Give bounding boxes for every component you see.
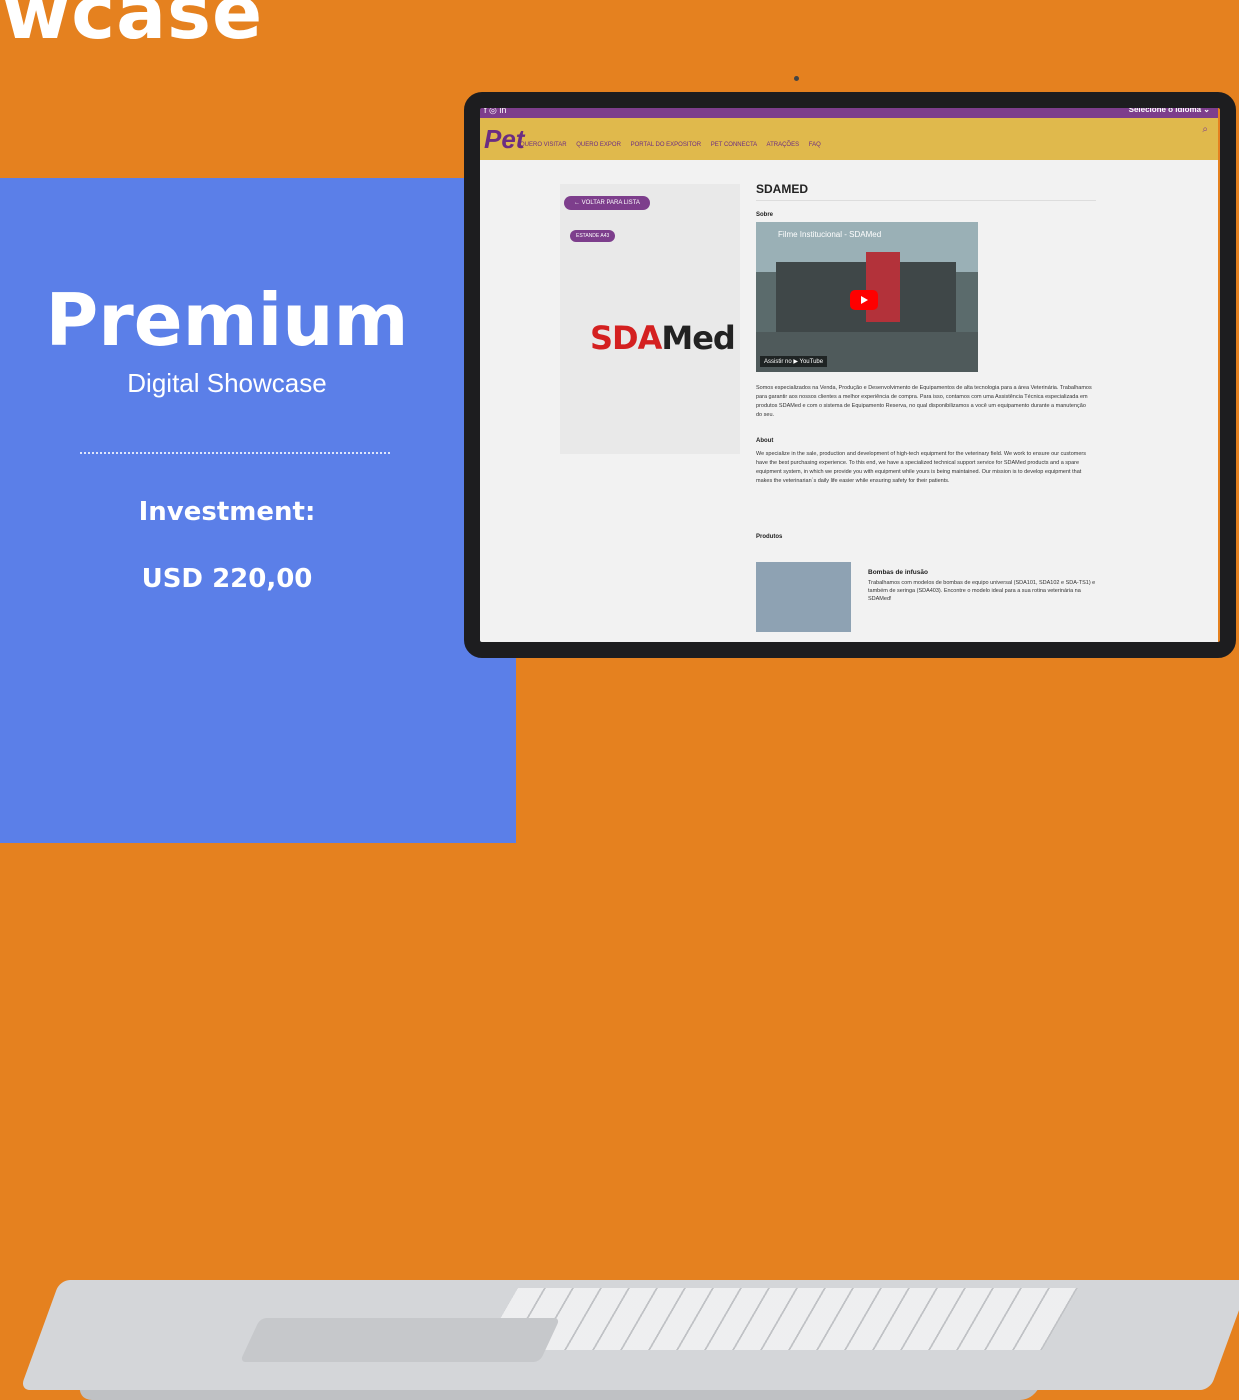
site-topbar: f ◎ in Selecione o idioma ⌄ <box>478 104 1218 118</box>
camera-icon <box>794 76 799 81</box>
nav-item[interactable]: FAQ <box>809 142 821 148</box>
about-pt-label: Sobre <box>756 212 774 218</box>
exhibitor-logo: SDAMed <box>590 319 736 357</box>
site-logo[interactable]: Pet <box>484 124 524 155</box>
nav-item[interactable]: PET CONNECTA <box>711 142 757 148</box>
keyboard <box>482 1288 1078 1350</box>
site-navbar: Pet QUERO VISITAR QUERO EXPOR PORTAL DO … <box>478 118 1218 160</box>
about-en-label: About <box>756 438 774 444</box>
nav-item[interactable]: QUERO EXPOR <box>576 142 621 148</box>
video-building-sign <box>866 252 900 322</box>
booth-badge: ESTANDE A43 <box>570 230 616 242</box>
watch-on-youtube-link[interactable]: Assistir no ▶ YouTube <box>760 356 828 367</box>
nav-item[interactable]: PORTAL DO EXPOSITOR <box>631 142 701 148</box>
site-nav: QUERO VISITAR QUERO EXPOR PORTAL DO EXPO… <box>520 142 829 148</box>
website: f ◎ in Selecione o idioma ⌄ Pet QUERO VI… <box>478 104 1218 644</box>
laptop-screen: f ◎ in Selecione o idioma ⌄ Pet QUERO VI… <box>478 104 1218 644</box>
product-text: Trabalhamos com modelos de bombas de equ… <box>868 580 1096 602</box>
laptop-mockup: f ◎ in Selecione o idioma ⌄ Pet QUERO VI… <box>0 0 1239 1400</box>
products-label: Produtos <box>756 534 783 540</box>
product-title[interactable]: Bombas de infusão <box>868 569 928 576</box>
nav-item[interactable]: ATRAÇÕES <box>767 142 800 148</box>
play-icon[interactable] <box>850 290 878 310</box>
language-selector[interactable]: Selecione o idioma ⌄ <box>1129 105 1210 114</box>
logo-part-dark: Med <box>661 319 735 357</box>
video-title: Filme Institucional - SDAMed <box>778 230 882 239</box>
search-icon[interactable]: ⌕ <box>1202 124 1208 135</box>
social-icons[interactable]: f ◎ in <box>484 105 506 116</box>
product-image[interactable] <box>756 562 851 632</box>
back-to-list-button[interactable]: ← VOLTAR PARA LISTA <box>564 196 650 210</box>
exhibitor-title: SDAMED <box>756 182 809 196</box>
logo-part-red: SDA <box>590 319 662 357</box>
laptop-base <box>0 630 1239 1400</box>
divider <box>756 200 1096 201</box>
nav-item[interactable]: QUERO VISITAR <box>520 142 567 148</box>
video-player[interactable]: Filme Institucional - SDAMed Assistir no… <box>756 222 978 372</box>
trackpad <box>239 1318 561 1362</box>
about-pt-text: Somos especializados na Venda, Produção … <box>756 385 1092 418</box>
about-en-text: We specialize in the sale, production an… <box>756 451 1086 484</box>
